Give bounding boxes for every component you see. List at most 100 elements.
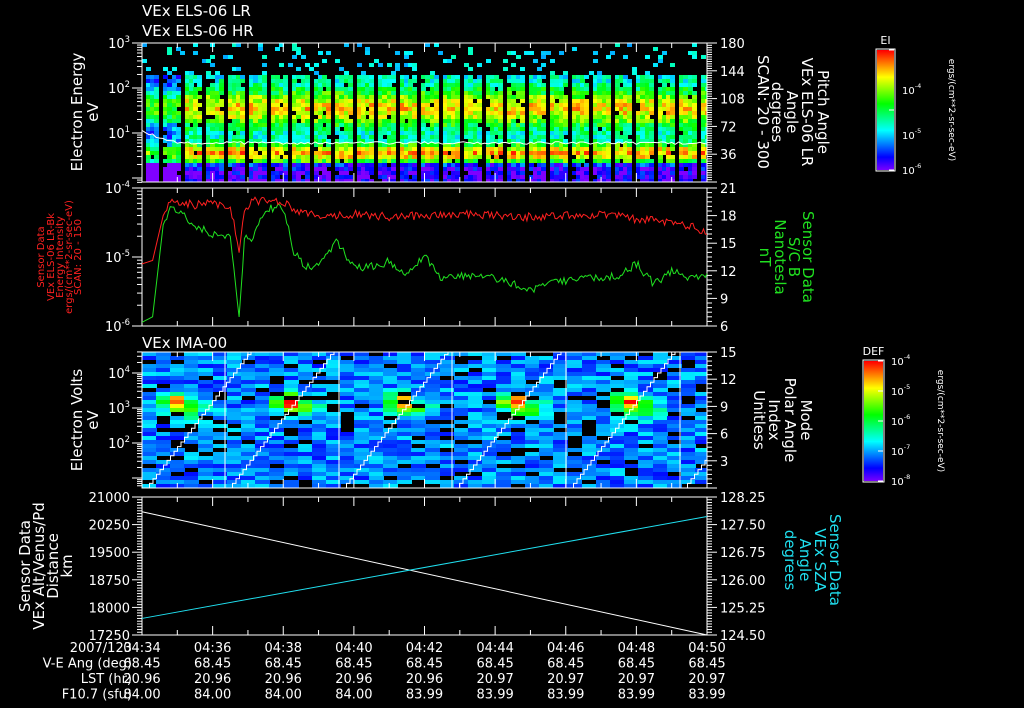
plot-overlay: VEx ELS-06 LRVEx ELS-06 HRVEx IMA-001031… — [16, 2, 956, 703]
table-cell: 83.99 — [688, 688, 725, 703]
panel-2-left-label: SCAN: 20 - 150 — [73, 219, 84, 295]
polar-index-axis-tick-label: 3 — [720, 455, 728, 470]
ima-energy-axis-tick-label: 103 — [108, 399, 130, 417]
table-cell: 68.45 — [194, 657, 231, 672]
polar-index-axis-tick-label: 12 — [720, 373, 737, 388]
ei-colorbar-tick-label: 10-6 — [902, 162, 921, 177]
table-cell: 84.00 — [265, 688, 302, 703]
table-cell: 20.97 — [547, 672, 584, 687]
b-field-axis-tick-label: 15 — [720, 237, 737, 252]
ei-colorbar-tick-label-base: 10 — [902, 166, 915, 177]
ima-energy-axis-tick-label: 104 — [108, 364, 130, 382]
table-cell: 83.99 — [547, 688, 584, 703]
polar-index-staircase — [343, 352, 449, 488]
energy-axis-tick-label-exp: 3 — [125, 34, 130, 44]
polar-index-axis-tick-label: 15 — [720, 346, 737, 361]
table-cell: 84.00 — [194, 688, 231, 703]
energy-axis-tick-label-base: 10 — [108, 127, 125, 142]
els-energy-trace — [141, 129, 708, 145]
energy-axis-tick-label-exp: 2 — [125, 79, 130, 89]
energy-axis-tick-label: 101 — [108, 124, 130, 142]
table-cell: 04:40 — [335, 641, 372, 656]
ima-energy-axis-tick-label-base: 10 — [108, 367, 125, 382]
table-cell: 04:44 — [476, 641, 513, 656]
distance-series-line — [141, 511, 708, 636]
ei-colorbar-tick-label: 10-5 — [902, 127, 921, 142]
pitch-angle-axis-tick-label: 144 — [720, 65, 745, 80]
panel-4-left-label: km — [58, 554, 76, 577]
sza-axis-tick-label: 127.50 — [720, 519, 766, 534]
b-field-axis-tick-label: 18 — [720, 210, 737, 225]
ima-energy-axis-tick-label-exp: 4 — [125, 364, 130, 374]
pitch-angle-axis-tick-label: 36 — [720, 148, 737, 163]
def-colorbar-tick-label-exp: -8 — [904, 473, 910, 481]
table-cell: 04:34 — [123, 641, 160, 656]
def-colorbar-tick-label: 10-6 — [891, 413, 910, 428]
table-cell: 20.97 — [477, 672, 514, 687]
table-cell: 04:48 — [618, 641, 655, 656]
intensity-axis-tick-label: 10-6 — [105, 317, 130, 335]
table-cell: 68.45 — [618, 657, 655, 672]
intensity-axis-tick-label-base: 10 — [105, 251, 122, 266]
polar-index-axis-tick-label: 9 — [720, 400, 728, 415]
def-colorbar-units: ergs/(cm**2-sr-sec-eV) — [935, 370, 945, 472]
def-colorbar-tick-label-base: 10 — [891, 357, 904, 368]
ei-colorbar-tick-label-exp: -4 — [915, 82, 921, 90]
def-colorbar-tick-label-base: 10 — [891, 447, 904, 458]
panel-1-subtitle: VEx ELS-06 HR — [142, 22, 254, 40]
table-cell: 83.99 — [406, 688, 443, 703]
table-cell: 83.99 — [618, 688, 655, 703]
intensity-axis-tick-label: 10-4 — [105, 179, 130, 197]
sza-series-line — [141, 516, 708, 619]
energy-axis-tick-label-base: 10 — [108, 82, 125, 97]
plot-stage: VEx ELS-06 LR VEx ELS-06 HR VEx IMA-00 103 1… — [0, 0, 1024, 708]
table-cell: 68.45 — [335, 657, 372, 672]
table-cell: 04:38 — [265, 641, 302, 656]
sza-axis-tick-label: 128.25 — [720, 491, 766, 506]
def-colorbar-tick-label: 10-5 — [891, 383, 910, 398]
table-cell: 20.96 — [335, 672, 372, 687]
energy-axis-tick-label-exp: 1 — [125, 124, 130, 134]
distance-axis-tick-label: 19500 — [89, 546, 130, 561]
ei-colorbar-title: EI — [880, 34, 890, 47]
sza-axis-tick-label: 124.50 — [720, 629, 766, 644]
def-colorbar-tick-label-exp: -7 — [904, 443, 910, 451]
ei-colorbar-tick-label: 10-4 — [902, 82, 921, 97]
table-row-label: F10.7 (sfu) — [62, 688, 132, 703]
table-cell: 20.96 — [265, 672, 302, 687]
table-row-label: V-E Ang (deg) — [43, 657, 132, 672]
table-cell: 68.45 — [406, 657, 443, 672]
table-cell: 84.00 — [335, 688, 372, 703]
table-cell: 04:42 — [406, 641, 443, 656]
pitch-angle-axis-tick-label: 108 — [720, 93, 745, 108]
table-cell: 68.45 — [123, 657, 160, 672]
def-colorbar-tick-label: 10-7 — [891, 443, 910, 458]
b-field-series-line — [141, 203, 708, 323]
def-colorbar-tick-label-exp: -6 — [904, 413, 910, 421]
def-colorbar-tick-label-base: 10 — [891, 477, 904, 488]
ima-energy-axis-tick-label: 102 — [108, 434, 130, 452]
panel-2-right-label: nT — [756, 248, 774, 268]
table-cell: 04:50 — [688, 641, 725, 656]
ei-colorbar-tick-label-base: 10 — [902, 86, 915, 97]
table-cell: 68.45 — [688, 657, 725, 672]
table-cell: 04:46 — [547, 641, 584, 656]
intensity-axis-tick-label-base: 10 — [105, 182, 122, 197]
table-cell: 84.00 — [123, 688, 160, 703]
ei-colorbar-tick-label-exp: -5 — [915, 127, 921, 135]
ima-energy-axis-tick-label-base: 10 — [108, 437, 125, 452]
distance-axis-tick-label: 18750 — [89, 574, 130, 589]
intensity-axis-tick-label-exp: -6 — [122, 317, 130, 327]
table-cell: 04:36 — [194, 641, 231, 656]
def-colorbar-title: DEF — [863, 345, 885, 358]
polar-index-staircase — [456, 352, 562, 488]
def-colorbar-tick-label: 10-4 — [891, 353, 910, 368]
table-cell: 20.96 — [123, 672, 160, 687]
intensity-series-line — [141, 196, 708, 265]
sza-axis-tick-label: 126.75 — [720, 546, 766, 561]
intensity-axis-tick-label-exp: -4 — [122, 179, 130, 189]
ima-energy-axis-tick-label-exp: 3 — [125, 399, 130, 409]
panel-3-right-label: Unitless — [750, 390, 768, 450]
polar-index-staircase — [570, 352, 676, 488]
table-cell: 20.97 — [618, 672, 655, 687]
